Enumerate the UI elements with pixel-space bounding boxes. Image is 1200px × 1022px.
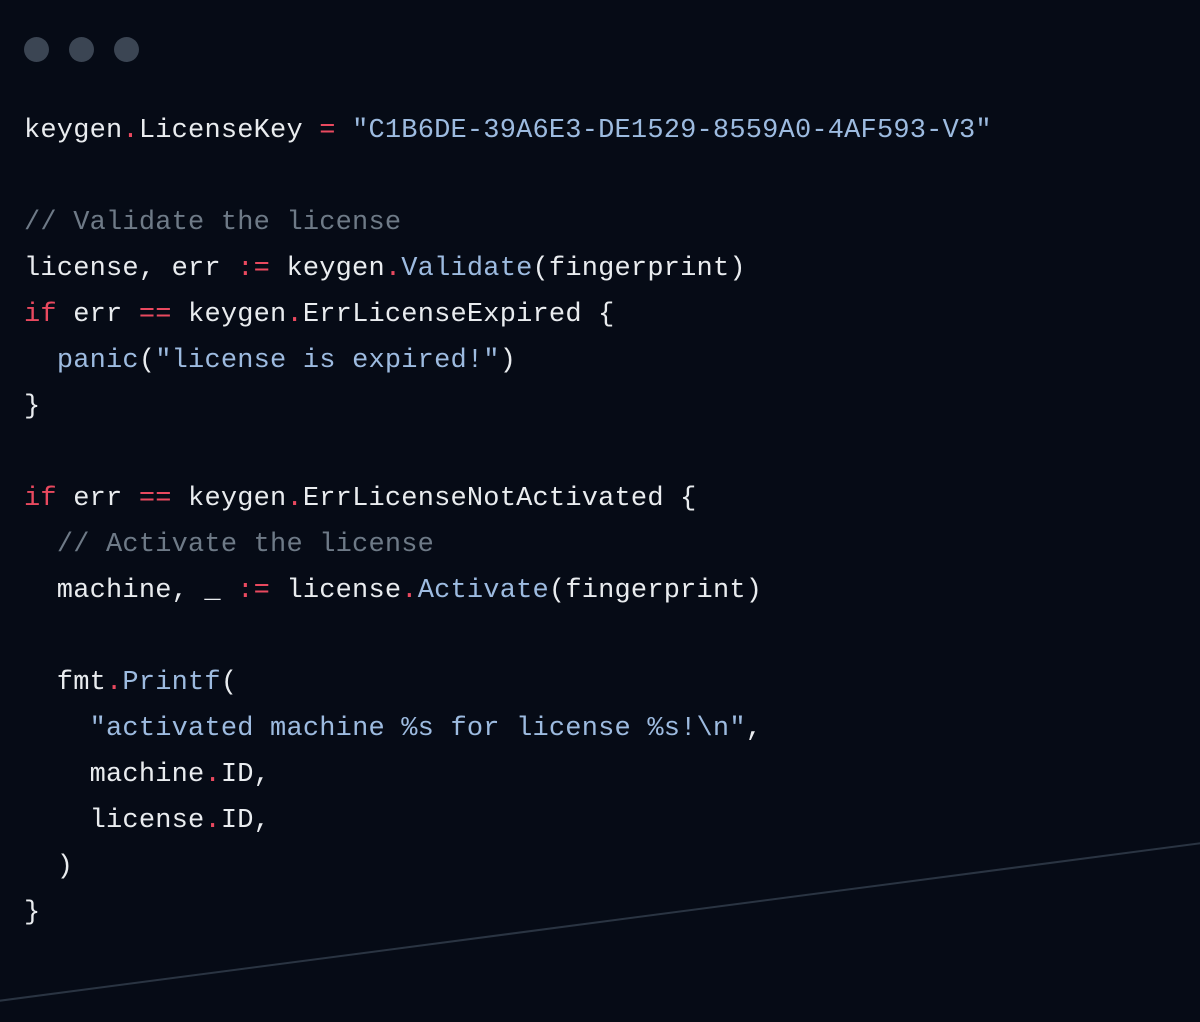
keyword: if — [24, 484, 57, 514]
code-line-1: keygen.LicenseKey = "C1B6DE-39A6E3-DE152… — [24, 116, 992, 146]
code-line-14: "activated machine %s for license %s!\n"… — [24, 714, 762, 744]
code-line-11: machine, _ := license.Activate(fingerpri… — [24, 576, 762, 606]
code-line-18: } — [24, 898, 40, 928]
code-block: keygen.LicenseKey = "C1B6DE-39A6E3-DE152… — [0, 74, 1200, 936]
t: machine, _ — [24, 576, 237, 606]
t: ErrLicenseNotActivated { — [303, 484, 697, 514]
code-line-5: if err == keygen.ErrLicenseExpired { — [24, 300, 615, 330]
code-line-16: license.ID, — [24, 806, 270, 836]
t: . — [385, 254, 401, 284]
t: license — [270, 576, 401, 606]
t: := — [237, 254, 270, 284]
t: . — [401, 576, 417, 606]
code-line-9: if err == keygen.ErrLicenseNotActivated … — [24, 484, 697, 514]
t: license, err — [24, 254, 237, 284]
t: . — [204, 806, 220, 836]
code-line-7: } — [24, 392, 40, 422]
method-call: Activate — [418, 576, 549, 606]
code-line-15: machine.ID, — [24, 760, 270, 790]
t: keygen — [172, 484, 287, 514]
t: keygen — [270, 254, 385, 284]
code-line-10: // Activate the license — [24, 530, 434, 560]
t: == — [139, 300, 172, 330]
t: ) — [500, 346, 516, 376]
method-call: Printf — [122, 668, 220, 698]
t: . — [286, 484, 302, 514]
code-line-6: panic("license is expired!") — [24, 346, 516, 376]
string-literal: "C1B6DE-39A6E3-DE1529-8559A0-4AF593-V3" — [352, 116, 992, 146]
t: LicenseKey — [139, 116, 319, 146]
t: err — [57, 484, 139, 514]
code-line-4: license, err := keygen.Validate(fingerpr… — [24, 254, 746, 284]
t: ( — [139, 346, 155, 376]
t: := — [237, 576, 270, 606]
t — [336, 116, 352, 146]
t: ErrLicenseExpired { — [303, 300, 615, 330]
code-comment: // Activate the license — [57, 530, 434, 560]
t: machine — [24, 760, 204, 790]
t: err — [57, 300, 139, 330]
method-call: Validate — [401, 254, 532, 284]
t: = — [319, 116, 335, 146]
t: keygen — [24, 116, 122, 146]
string-literal: "activated machine %s for license %s!\n" — [90, 714, 746, 744]
t: keygen — [172, 300, 287, 330]
window-dot-minimize-icon[interactable] — [69, 37, 94, 62]
keyword: if — [24, 300, 57, 330]
t: license — [24, 806, 204, 836]
t: ID, — [221, 760, 270, 790]
t — [24, 714, 90, 744]
code-comment: // Validate the license — [24, 208, 401, 238]
t: ( — [221, 668, 237, 698]
t: (fingerprint) — [549, 576, 762, 606]
t: . — [106, 668, 122, 698]
t: , — [746, 714, 762, 744]
code-line-17: ) — [24, 852, 73, 882]
t — [24, 346, 57, 376]
t: . — [122, 116, 138, 146]
func-call: panic — [57, 346, 139, 376]
window-dot-close-icon[interactable] — [24, 37, 49, 62]
t: ID, — [221, 806, 270, 836]
code-line-13: fmt.Printf( — [24, 668, 237, 698]
window-dot-zoom-icon[interactable] — [114, 37, 139, 62]
t: == — [139, 484, 172, 514]
t: . — [204, 760, 220, 790]
t: fmt — [24, 668, 106, 698]
window-titlebar — [0, 0, 1200, 74]
t — [24, 530, 57, 560]
t: . — [286, 300, 302, 330]
t: (fingerprint) — [533, 254, 746, 284]
string-literal: "license is expired!" — [155, 346, 499, 376]
code-window: keygen.LicenseKey = "C1B6DE-39A6E3-DE152… — [0, 0, 1200, 1022]
